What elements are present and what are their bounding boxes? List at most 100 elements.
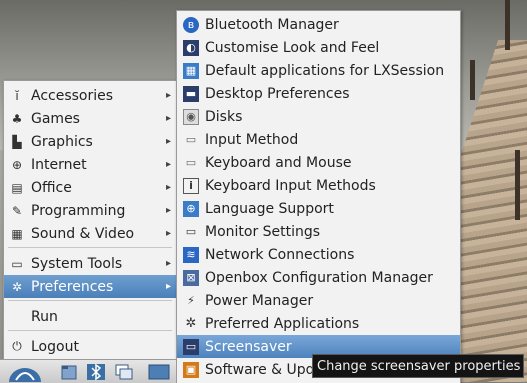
tooltip: Change screensaver properties — [312, 354, 524, 378]
file-manager-button[interactable] — [58, 362, 80, 382]
menu-item-run[interactable]: Run — [4, 305, 176, 328]
document-icon: ▤ — [11, 180, 23, 195]
submenu-item-input-method[interactable]: ▭ Input Method — [177, 128, 460, 151]
submenu-item-label: Openbox Configuration Manager — [205, 269, 433, 286]
chevron-right-icon: ▸ — [165, 205, 171, 216]
submenu-item-label: Customise Look and Feel — [205, 39, 380, 56]
menu-item-accessories[interactable]: ĭ Accessories ▸ — [4, 84, 176, 107]
logout-icon: ⏻ — [12, 339, 22, 353]
main-menu: ĭ Accessories ▸ ♣ Games ▸ ▙ Graphics ▸ ⊕… — [3, 80, 177, 361]
globe-icon: ⊕ — [11, 157, 23, 172]
submenu-item-label: Power Manager — [205, 292, 314, 309]
submenu-item-keyboard-and-mouse[interactable]: ▭ Keyboard and Mouse — [177, 151, 460, 174]
chevron-right-icon: ▸ — [165, 159, 171, 170]
submenu-item-label: Monitor Settings — [205, 223, 321, 240]
disks-icon: ◉ — [183, 108, 199, 125]
power-icon: ⚡ — [187, 294, 195, 307]
desktop-switch-button[interactable] — [146, 362, 172, 382]
submenu-item-label: Input Method — [205, 131, 299, 148]
bluetooth-panel-icon — [87, 363, 105, 381]
monitor-icon: ▭ — [11, 256, 23, 271]
menu-item-logout[interactable]: ⏻ Logout — [4, 335, 176, 358]
submenu-item-label: Bluetooth Manager — [205, 16, 339, 33]
chevron-right-icon: ▸ — [165, 281, 171, 292]
gear-icon: ✲ — [185, 316, 197, 331]
submenu-item-label: Keyboard Input Methods — [205, 177, 376, 194]
chevron-right-icon: ▸ — [165, 182, 171, 193]
keyboard-icon: ▭ — [185, 133, 197, 146]
submenu-item-label: Software & Upd — [205, 361, 315, 378]
submenu-item-label: Language Support — [205, 200, 334, 217]
desktop-icon: ▬ — [183, 85, 199, 102]
menu-separator — [8, 330, 172, 331]
chevron-right-icon: ▸ — [165, 136, 171, 147]
keyboard-mouse-icon: ▭ — [185, 156, 197, 169]
submenu-item-keyboard-input-methods[interactable]: i Keyboard Input Methods — [177, 174, 460, 197]
menu-separator — [8, 300, 172, 301]
menu-item-sound-video[interactable]: ▦ Sound & Video ▸ — [4, 222, 176, 245]
submenu-item-label: Preferred Applications — [205, 315, 360, 332]
submenu-item-language-support[interactable]: ⊕ Language Support — [177, 197, 460, 220]
bluetooth-panel-button[interactable] — [84, 362, 108, 382]
submenu-item-default-applications[interactable]: ▦ Default applications for LXSession — [177, 59, 460, 82]
submenu-item-power-manager[interactable]: ⚡ Power Manager — [177, 289, 460, 312]
menu-item-system-tools[interactable]: ▭ System Tools ▸ — [4, 252, 176, 275]
submenu-item-openbox-configuration-manager[interactable]: ⊠ Openbox Configuration Manager — [177, 266, 460, 289]
monitor-icon: ▭ — [185, 225, 197, 238]
games-icon: ♣ — [11, 111, 23, 126]
chevron-right-icon: ▸ — [165, 228, 171, 239]
menu-item-label: Logout — [31, 338, 79, 355]
file-manager-icon — [61, 365, 77, 380]
submenu-item-label: Default applications for LXSession — [205, 62, 445, 79]
openbox-icon: ⊠ — [183, 269, 199, 286]
submenu-item-label: Desktop Preferences — [205, 85, 350, 102]
gear-icon: ✲ — [11, 279, 23, 294]
menu-item-label: Office — [31, 179, 72, 196]
menu-item-preferences[interactable]: ✲ Preferences ▸ — [4, 275, 176, 298]
menu-item-internet[interactable]: ⊕ Internet ▸ — [4, 153, 176, 176]
submenu-item-label: Network Connections — [205, 246, 355, 263]
default-apps-icon: ▦ — [183, 62, 199, 79]
submenu-item-label: Disks — [205, 108, 243, 125]
menu-item-icon-spacer — [10, 310, 24, 324]
menu-item-programming[interactable]: ✎ Programming ▸ — [4, 199, 176, 222]
submenu-item-monitor-settings[interactable]: ▭ Monitor Settings — [177, 220, 460, 243]
menu-item-label: Programming — [31, 202, 126, 219]
language-icon: ⊕ — [183, 200, 199, 217]
windows-button[interactable] — [112, 362, 136, 382]
submenu-item-preferred-applications[interactable]: ✲ Preferred Applications — [177, 312, 460, 335]
submenu-item-desktop-preferences[interactable]: ▬ Desktop Preferences — [177, 82, 460, 105]
preferences-submenu: ʙ Bluetooth Manager ◐ Customise Look and… — [176, 10, 461, 383]
submenu-item-customise-look-and-feel[interactable]: ◐ Customise Look and Feel — [177, 36, 460, 59]
pier-post — [505, 0, 510, 50]
submenu-item-label: Keyboard and Mouse — [205, 154, 352, 171]
pier-post — [470, 60, 475, 100]
chevron-right-icon: ▸ — [165, 258, 171, 269]
accessories-icon: ĭ — [15, 88, 19, 103]
menu-separator — [8, 247, 172, 248]
menu-item-office[interactable]: ▤ Office ▸ — [4, 176, 176, 199]
menu-item-games[interactable]: ♣ Games ▸ — [4, 107, 176, 130]
windows-icon — [115, 364, 133, 380]
menu-item-graphics[interactable]: ▙ Graphics ▸ — [4, 130, 176, 153]
menu-item-label: Games — [31, 110, 80, 127]
desktop-switch-icon — [148, 364, 170, 380]
menu-item-label: Sound & Video — [31, 225, 135, 242]
submenu-item-bluetooth-manager[interactable]: ʙ Bluetooth Manager — [177, 13, 460, 36]
menu-item-label: Run — [31, 308, 58, 325]
wifi-icon: ≋ — [183, 246, 199, 263]
lxde-menu-icon — [9, 368, 41, 382]
start-menu-button[interactable] — [6, 362, 44, 382]
appearance-icon: ◐ — [183, 39, 199, 56]
bluetooth-icon: ʙ — [183, 16, 199, 33]
menu-item-label: Internet — [31, 156, 87, 173]
menu-item-label: System Tools — [31, 255, 123, 272]
graphics-icon: ▙ — [12, 134, 22, 149]
submenu-item-disks[interactable]: ◉ Disks — [177, 105, 460, 128]
pier-post — [515, 150, 520, 220]
submenu-item-network-connections[interactable]: ≋ Network Connections — [177, 243, 460, 266]
menu-item-label: Preferences — [31, 278, 114, 295]
software-update-icon: ▣ — [183, 361, 199, 378]
programming-icon: ✎ — [11, 203, 23, 218]
submenu-item-label: Screensaver — [205, 338, 292, 355]
